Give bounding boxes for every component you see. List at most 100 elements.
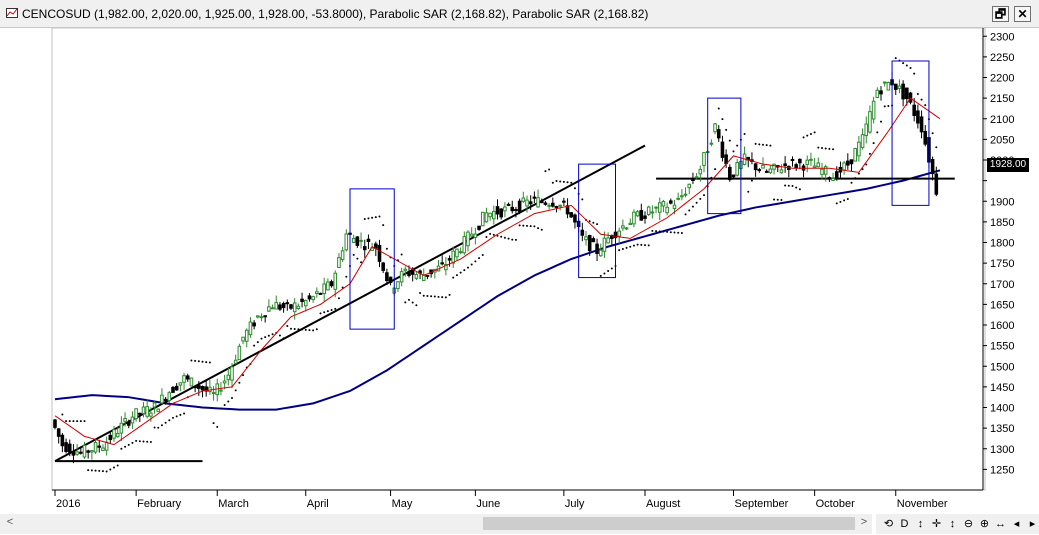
candle-down bbox=[79, 451, 83, 454]
candle-up bbox=[455, 248, 459, 258]
candle-down bbox=[905, 87, 909, 100]
parabolic-sar-dot bbox=[806, 134, 809, 137]
vertical-zoom-icon[interactable]: ↕ bbox=[914, 514, 927, 534]
candle-down bbox=[539, 201, 544, 204]
parabolic-sar-dot bbox=[98, 469, 101, 472]
parabolic-sar-dot bbox=[688, 209, 691, 212]
candle-up bbox=[112, 429, 116, 439]
parabolic-sar-dot bbox=[367, 217, 370, 220]
candle-down bbox=[510, 206, 515, 212]
parabolic-sar-dot bbox=[234, 389, 237, 392]
parabolic-sar-dot bbox=[857, 172, 860, 175]
parabolic-sar-dot bbox=[282, 337, 285, 340]
parabolic-sar-dot bbox=[360, 261, 363, 264]
close-window-button[interactable]: ✕ bbox=[1014, 6, 1031, 22]
parabolic-sar-dot bbox=[570, 181, 573, 184]
candle-up bbox=[584, 236, 588, 241]
parabolic-sar-dot bbox=[920, 98, 923, 101]
parabolic-sar-dot bbox=[168, 419, 171, 422]
candle-up bbox=[488, 212, 492, 218]
parabolic-sar-dot bbox=[581, 198, 584, 201]
parabolic-sar-dot bbox=[618, 249, 621, 252]
zoom-in-icon[interactable]: ⊕ bbox=[978, 514, 991, 534]
reset-icon[interactable]: ⟲ bbox=[882, 514, 895, 534]
y-tick-label: 1600 bbox=[990, 320, 1014, 332]
candle-up bbox=[735, 162, 739, 176]
candle-down bbox=[720, 141, 725, 158]
parabolic-sar-dot bbox=[179, 413, 182, 416]
parabolic-sar-dot bbox=[334, 307, 337, 310]
parabolic-sar-dot bbox=[548, 168, 551, 171]
parabolic-sar-dot bbox=[481, 254, 484, 257]
candle-down bbox=[753, 163, 758, 171]
crosshair-icon[interactable]: ✛ bbox=[930, 514, 943, 534]
candle-up bbox=[646, 206, 651, 215]
parabolic-sar-dot bbox=[116, 464, 119, 467]
candle-up bbox=[256, 315, 260, 318]
candle-down bbox=[580, 229, 585, 236]
candle-down bbox=[923, 131, 928, 145]
parabolic-sar-dot bbox=[791, 184, 794, 187]
step-right-icon[interactable]: ▸ bbox=[1026, 514, 1039, 534]
parabolic-sar-dot bbox=[345, 275, 348, 278]
candle-down bbox=[554, 206, 559, 209]
parabolic-sar-dot bbox=[699, 197, 702, 200]
parabolic-sar-dot bbox=[721, 118, 724, 121]
parabolic-sar-dot bbox=[931, 132, 934, 135]
parabolic-sar-dot bbox=[802, 136, 805, 139]
parabolic-sar-dot bbox=[714, 168, 717, 171]
parabolic-sar-dot bbox=[809, 133, 812, 136]
horizontal-zoom-icon[interactable]: ↔ bbox=[994, 514, 1007, 534]
parabolic-sar-dot bbox=[455, 274, 458, 277]
candle-up bbox=[119, 422, 124, 434]
parabolic-sar-dot bbox=[157, 426, 160, 429]
zoom-out-icon[interactable]: ⊖ bbox=[962, 514, 975, 534]
vertical-move-icon[interactable]: ↕ bbox=[946, 514, 959, 534]
candle-up bbox=[462, 236, 467, 254]
candle-down bbox=[318, 292, 323, 295]
parabolic-sar-dot bbox=[537, 227, 540, 230]
candle-up bbox=[521, 197, 526, 202]
candle-up bbox=[189, 377, 194, 387]
chart-window-titlebar: CENCOSUD (1,982.00, 2,020.00, 1,925.00, … bbox=[0, 0, 1039, 28]
candle-down bbox=[757, 169, 762, 172]
candle-up bbox=[167, 392, 172, 402]
chart-horizontal-scrollbar[interactable]: < > bbox=[0, 514, 872, 534]
parabolic-sar-dot bbox=[765, 144, 768, 147]
candle-down bbox=[846, 160, 850, 166]
dock-icon[interactable]: D bbox=[898, 514, 911, 534]
candle-up bbox=[141, 406, 146, 415]
candle-up bbox=[864, 123, 869, 137]
candle-up bbox=[820, 168, 824, 175]
parabolic-sar-dot bbox=[120, 447, 123, 450]
parabolic-sar-dot bbox=[68, 420, 71, 423]
candle-down bbox=[425, 274, 430, 277]
parabolic-sar-dot bbox=[644, 244, 646, 247]
scroll-left-arrow-icon[interactable]: < bbox=[4, 516, 16, 531]
price-chart: 1250 1300 1350 1400 1450 1500 1550 1600 1650 1700… bbox=[51, 27, 1014, 510]
parabolic-sar-dot bbox=[669, 231, 672, 234]
parabolic-sar-dot bbox=[231, 397, 233, 400]
candle-up bbox=[632, 211, 636, 225]
price-chart-area[interactable]: 1250 1300 1350 1400 1450 1500 1550 1600 1650 1700… bbox=[0, 27, 1039, 535]
candle-down bbox=[71, 451, 76, 456]
parabolic-sar-dot bbox=[732, 150, 735, 153]
parabolic-sar-dot bbox=[691, 205, 694, 208]
parabolic-sar-dot bbox=[131, 441, 134, 444]
candle-up bbox=[237, 345, 242, 361]
parabolic-sar-dot bbox=[902, 62, 905, 65]
candle-down bbox=[407, 271, 411, 276]
candle-down bbox=[385, 272, 389, 282]
step-left-icon[interactable]: ◂ bbox=[1010, 514, 1023, 534]
parabolic-sar-dot bbox=[208, 361, 211, 364]
parabolic-sar-dot bbox=[544, 170, 547, 173]
scroll-right-arrow-icon[interactable]: > bbox=[858, 516, 870, 531]
candle-up bbox=[322, 283, 326, 295]
parabolic-sar-dot bbox=[172, 416, 174, 419]
candle-up bbox=[882, 81, 887, 84]
restore-window-button[interactable]: 🗗 bbox=[992, 6, 1009, 22]
candle-up bbox=[676, 197, 680, 200]
parabolic-sar-dot bbox=[264, 336, 267, 339]
candle-up bbox=[219, 389, 223, 392]
scrollbar-thumb[interactable] bbox=[483, 517, 855, 530]
